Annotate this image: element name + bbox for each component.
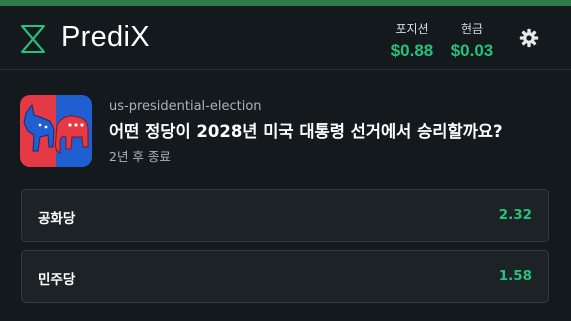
donkey-elephant-icon [20, 95, 92, 167]
cash-stat: 현금 $0.03 [448, 20, 496, 61]
predix-logo-icon [21, 25, 45, 53]
market-slug: us-presidential-election [109, 99, 262, 114]
market-end-time: 2년 후 종료 [109, 149, 171, 164]
outcome-price: 1.58 [498, 268, 532, 284]
market-thumbnail[interactable] [20, 95, 92, 167]
position-value: $0.88 [390, 41, 434, 60]
position-stat: 포지션 $0.88 [388, 20, 436, 61]
outcome-price: 2.32 [498, 207, 532, 223]
outcome-row-democrat[interactable]: 민주당 1.58 [21, 250, 549, 303]
outcome-name: 민주당 [38, 272, 76, 288]
cash-value: $0.03 [450, 41, 494, 60]
outcome-name: 공화당 [38, 211, 76, 227]
market-question[interactable]: 어떤 정당이 2028년 미국 대통령 선거에서 승리할까요? [109, 118, 564, 142]
position-label: 포지션 [395, 22, 429, 36]
app-header: PrediX 포지션 $0.88 현금 $0.03 [0, 6, 571, 70]
cash-label: 현금 [460, 22, 484, 36]
brand-name[interactable]: PrediX [61, 21, 150, 54]
settings-gear-icon[interactable] [519, 28, 539, 48]
outcome-row-republican[interactable]: 공화당 2.32 [21, 189, 549, 242]
